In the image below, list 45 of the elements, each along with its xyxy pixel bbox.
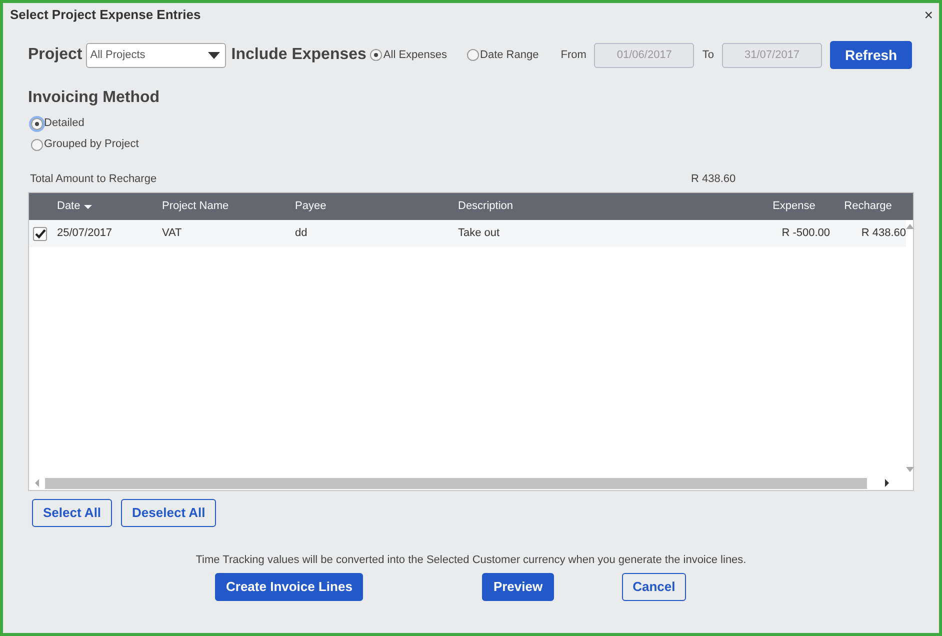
info-note: Time Tracking values will be converted into the Selected Customer currency when you generate the invoice lines. [194,553,748,568]
radio-button[interactable] [370,49,382,61]
column-header[interactable]: Payee [295,198,458,215]
field-label: From [560,48,586,63]
table-cell-text: R -500.00 [780,226,830,242]
total-amount: R 438.60 [691,172,736,187]
selection-button[interactable]: Deselect All [121,499,216,527]
radio-label: Date Range [480,48,539,63]
radio-button[interactable] [467,49,480,61]
column-header[interactable]: Expense [758,198,830,215]
table-cell-text: dd [295,226,308,242]
scrollbar-thumb[interactable] [45,478,867,488]
project-dropdown[interactable]: All Projects [86,42,226,68]
table-cell-text: VAT [162,226,183,242]
checkbox[interactable] [33,226,47,240]
column-header[interactable]: Description [458,198,758,215]
scroll-left-icon[interactable] [35,479,39,487]
action-button[interactable]: Create Invoice Lines [215,572,364,600]
field-label: To [702,48,714,63]
table-cell-text: R 438.60 [860,226,906,242]
column-header[interactable]: Date [57,198,162,215]
field-label: Project [28,45,82,65]
radio-label: Detailed [44,116,84,132]
column-header[interactable]: Project Name [162,198,295,215]
radio-button[interactable] [31,118,43,130]
radio-label: Grouped by Project [44,137,139,152]
table-cell-text: 25/07/2017 [57,226,114,242]
refresh-button[interactable]: Refresh [830,41,912,69]
action-button[interactable]: Preview [482,572,554,600]
section-heading: Invoicing Method [28,88,161,108]
scroll-right-icon[interactable] [885,479,889,487]
radio-button[interactable] [31,138,43,150]
scroll-up-icon[interactable] [906,224,914,229]
column-header[interactable]: Recharge [830,198,906,215]
total-label: Total Amount to Recharge [30,172,158,187]
close-button[interactable]: × [924,8,933,22]
table-cell-text: Take out [458,226,501,242]
selection-button[interactable]: Select All [32,499,112,527]
sort-icon [84,204,92,208]
caret-icon [208,52,220,58]
scroll-down-icon[interactable] [906,467,914,472]
field-label: Include Expenses [231,45,366,65]
window-title: Select Project Expense Entries [10,6,201,24]
radio-label: All Expenses [383,48,448,63]
action-button[interactable]: Cancel [622,572,686,600]
